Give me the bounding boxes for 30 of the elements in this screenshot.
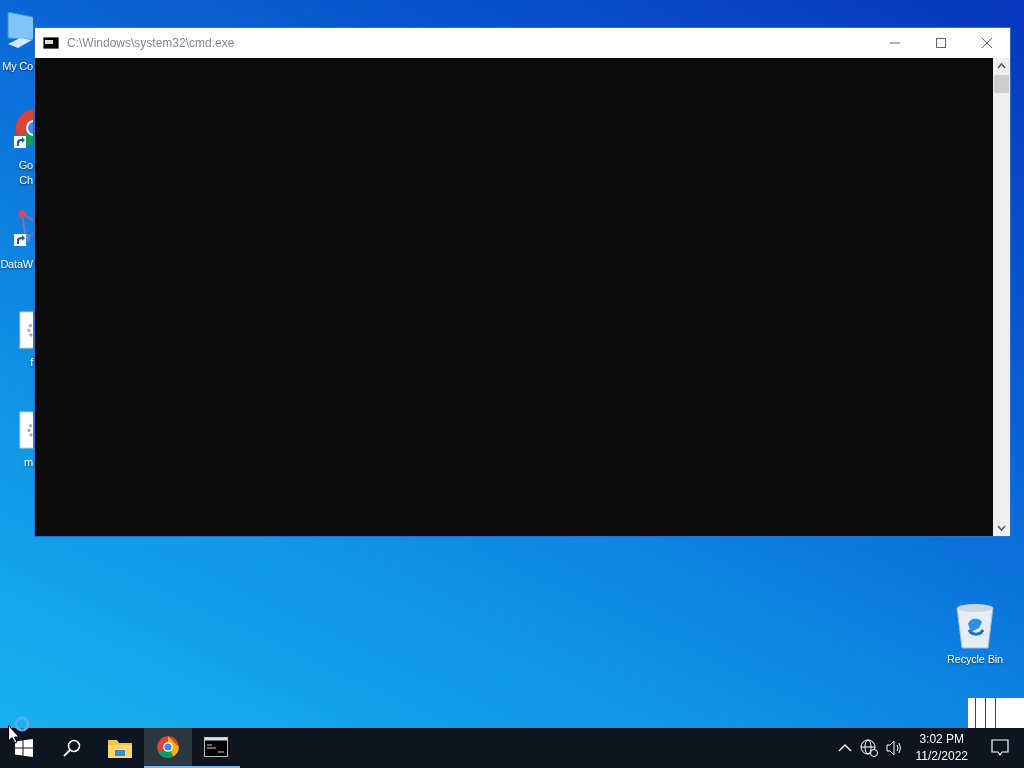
busy-ring-icon <box>14 716 30 732</box>
window-title: C:\Windows\system32\cmd.exe <box>67 35 235 52</box>
show-hidden-icons-button[interactable] <box>837 743 852 753</box>
gear-file-icon[interactable] <box>16 410 33 450</box>
icon-label: Go <box>18 158 33 173</box>
recycle-bin-icon[interactable] <box>953 602 997 650</box>
scrollbar[interactable] <box>993 58 1010 536</box>
icon-label: My Co <box>2 59 33 74</box>
window-fragment <box>968 698 1024 728</box>
console-icon <box>43 37 59 49</box>
windows-logo-icon[interactable] <box>15 739 33 757</box>
icon-label: Ch <box>19 173 33 188</box>
scrollbar-thumb[interactable] <box>994 75 1009 93</box>
close-icon[interactable] <box>981 37 993 49</box>
icon-label: m <box>24 455 33 470</box>
icon-label: Recycle Bin <box>947 652 1003 667</box>
volume-icon[interactable] <box>885 740 904 756</box>
shortcut-arrow-icon <box>14 234 26 246</box>
shortcut-arrow-icon <box>14 136 26 148</box>
clock-date[interactable]: 11/2/2022 <box>915 748 968 765</box>
clock-time[interactable]: 3:02 PM <box>915 731 968 748</box>
search-icon[interactable] <box>63 739 81 757</box>
chrome-icon[interactable] <box>144 728 192 768</box>
speech-bubble-icon[interactable] <box>991 739 1009 757</box>
maximize-icon[interactable] <box>935 37 947 49</box>
icon-label: f <box>30 355 33 370</box>
mouse-cursor-icon <box>8 725 20 744</box>
icon-label: DataW <box>0 257 33 272</box>
network-icon[interactable] <box>859 739 878 757</box>
gear-file-icon[interactable] <box>16 310 33 350</box>
